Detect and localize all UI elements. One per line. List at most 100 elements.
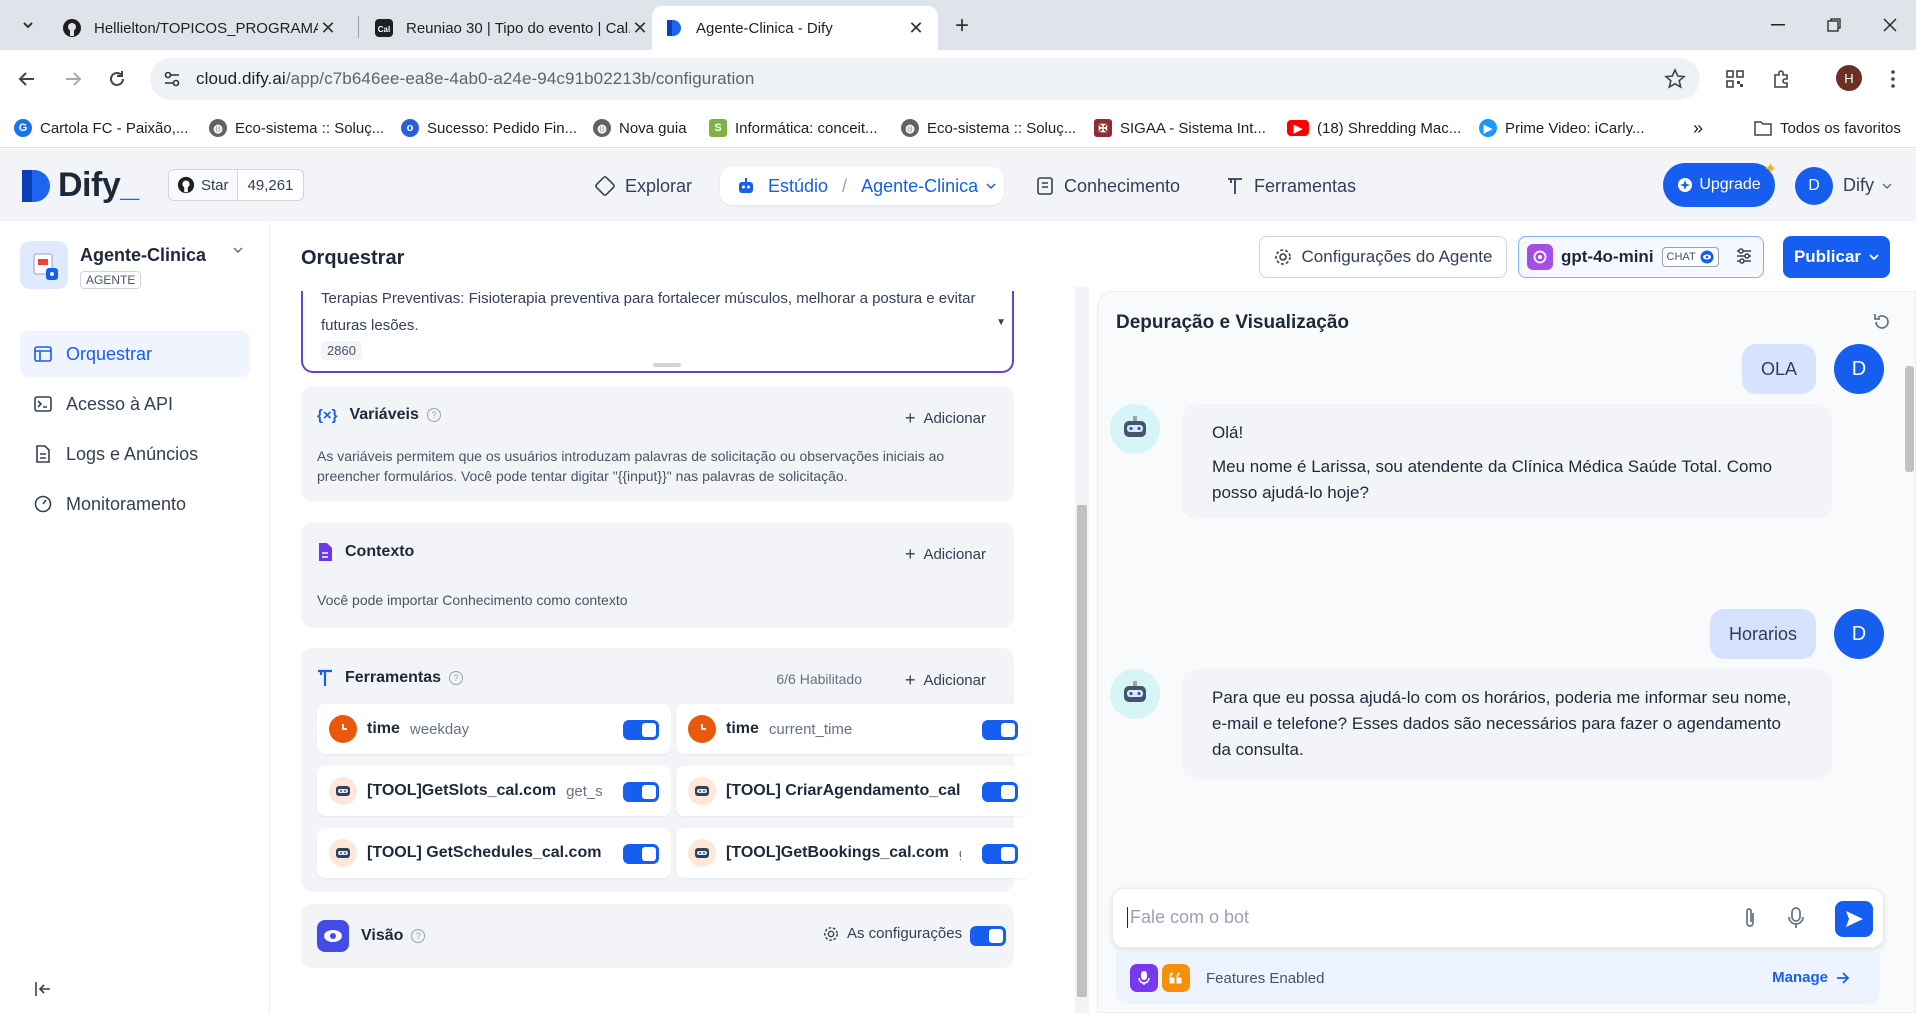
add-variable-button[interactable]: + Adicionar: [905, 408, 986, 429]
close-tab-icon[interactable]: ✕: [318, 18, 338, 38]
bookmark-item[interactable]: ▶ Prime Video: iCarly...: [1479, 116, 1645, 140]
bookmark-item[interactable]: o Sucesso: Pedido Fin...: [401, 116, 577, 140]
user-avatar: D: [1834, 344, 1884, 394]
back-icon[interactable]: [12, 64, 42, 94]
add-tool-button[interactable]: + Adicionar: [905, 670, 986, 691]
agent-settings-button[interactable]: Configurações do Agente: [1259, 236, 1507, 278]
sidebar-item-api-access[interactable]: Acesso à API: [20, 381, 250, 427]
browser-menu-icon[interactable]: [1878, 64, 1908, 94]
tool-item[interactable]: [TOOL] GetSchedules_cal.com...: [317, 828, 671, 878]
app-menu-chevron-icon[interactable]: [233, 247, 243, 253]
model-params-icon[interactable]: [1735, 247, 1753, 265]
vision-settings-button[interactable]: As configurações: [823, 925, 962, 942]
nav-explore[interactable]: Explorar: [595, 167, 692, 205]
scrollbar-thumb[interactable]: [1905, 366, 1914, 472]
site-info-icon[interactable]: [156, 63, 188, 95]
prompt-editor[interactable]: Terapias Preventivas: Fisioterapia preve…: [301, 291, 1014, 373]
reload-icon[interactable]: [102, 64, 132, 94]
all-bookmarks[interactable]: Todos os favoritos: [1754, 116, 1901, 140]
sidebar-item-logs[interactable]: Logs e Anúncios: [20, 431, 250, 477]
help-icon[interactable]: ?: [449, 671, 464, 685]
github-star-button[interactable]: Star 49,261: [168, 169, 305, 201]
compass-icon: [595, 176, 615, 196]
close-tab-icon[interactable]: ✕: [630, 18, 650, 38]
minimize-icon[interactable]: [1758, 10, 1798, 40]
clock-icon: [329, 715, 357, 743]
user-menu[interactable]: Dify: [1843, 175, 1892, 196]
browser-nav-bar: cloud.dify.ai/app/c7b646ee-ea8e-4ab0-a24…: [0, 50, 1916, 108]
chat-scrollbar[interactable]: [1902, 352, 1915, 1012]
scroll-down-icon[interactable]: ▼: [996, 317, 1006, 328]
browser-tab-dify[interactable]: Agente-Clinica - Dify ✕: [652, 6, 938, 50]
vision-toggle[interactable]: [970, 926, 1006, 946]
user-avatar[interactable]: D: [1795, 167, 1833, 205]
tab-search-icon[interactable]: [14, 12, 42, 38]
new-tab-button[interactable]: +: [948, 12, 976, 40]
close-tab-icon[interactable]: ✕: [906, 18, 926, 38]
bookmark-item[interactable]: ✠ SIGAA - Sistema Int...: [1094, 116, 1266, 140]
nav-tools[interactable]: Ferramentas: [1226, 167, 1356, 205]
model-type-badge: CHAT: [1661, 247, 1719, 267]
send-button[interactable]: [1835, 901, 1873, 937]
bookmark-item[interactable]: ▶ (18) Shredding Mac...: [1287, 116, 1461, 140]
forward-icon[interactable]: [58, 64, 88, 94]
manage-features-link[interactable]: Manage: [1772, 969, 1850, 986]
bookmark-item[interactable]: ◍ Eco-sistema :: Soluç...: [901, 116, 1076, 140]
tool-toggle[interactable]: [623, 720, 659, 740]
more-bookmarks-icon[interactable]: »: [1693, 116, 1703, 140]
publish-button[interactable]: Publicar: [1783, 236, 1890, 278]
robot-icon: [1124, 681, 1146, 702]
upgrade-button[interactable]: Upgrade ✦: [1663, 161, 1777, 207]
tool-toggle[interactable]: [982, 844, 1018, 864]
tool-item[interactable]: [TOOL] CriarAgendamento_cal....: [676, 766, 1030, 816]
help-icon[interactable]: ?: [411, 929, 426, 943]
tool-item[interactable]: time current_time: [676, 704, 1030, 754]
bookmark-item[interactable]: ◍ Nova guia: [593, 116, 687, 140]
tool-toggle[interactable]: [623, 782, 659, 802]
bookmark-item[interactable]: G Cartola FC - Paixão,...: [14, 116, 188, 140]
restore-icon[interactable]: [1814, 10, 1854, 40]
tool-toggle[interactable]: [982, 782, 1018, 802]
add-context-button[interactable]: + Adicionar: [905, 544, 986, 565]
bookmark-item[interactable]: ◍ Eco-sistema :: Soluç...: [209, 116, 384, 140]
address-bar[interactable]: cloud.dify.ai/app/c7b646ee-ea8e-4ab0-a24…: [150, 58, 1700, 100]
chevron-down-icon: [1882, 182, 1892, 189]
tools-icon: [1226, 176, 1244, 196]
config-scrollbar[interactable]: [1075, 287, 1089, 1013]
bot-avatar: [1110, 404, 1160, 454]
tool-toggle[interactable]: [623, 844, 659, 864]
tool-item[interactable]: [TOOL]GetSlots_cal.comget_sl...: [317, 766, 671, 816]
url-text: cloud.dify.ai/app/c7b646ee-ea8e-4ab0-a24…: [196, 69, 755, 88]
qr-code-icon[interactable]: [1720, 64, 1750, 94]
paperclip-icon[interactable]: [1741, 907, 1759, 929]
resize-handle[interactable]: [653, 363, 681, 367]
chat-input[interactable]: Fale com o bot: [1127, 907, 1249, 928]
nav-studio[interactable]: Estúdio / Agente-Clinica: [720, 167, 1004, 205]
scrollbar-thumb[interactable]: [1077, 505, 1087, 997]
tool-toggle[interactable]: [982, 720, 1018, 740]
model-selector[interactable]: gpt-4o-mini CHAT: [1518, 236, 1764, 278]
help-icon[interactable]: ?: [426, 408, 441, 422]
browser-profile-avatar[interactable]: H: [1836, 65, 1862, 91]
send-icon: [1846, 911, 1863, 927]
chat-input-box[interactable]: Fale com o bot: [1112, 888, 1884, 948]
extensions-icon[interactable]: [1766, 64, 1796, 94]
dify-logo[interactable]: Dify _: [20, 166, 139, 205]
tool-item[interactable]: time weekday: [317, 704, 671, 754]
microphone-icon[interactable]: [1787, 907, 1805, 929]
variables-card: {×} Variáveis? + Adicionar As variáveis pe…: [301, 386, 1014, 502]
browser-tab-github[interactable]: Hellielton/TOPICOS_PROGRAMAÇÃO ✕: [50, 6, 350, 50]
bot-avatar: [1110, 669, 1160, 719]
collapse-sidebar-icon[interactable]: [34, 981, 52, 997]
sidebar-item-orchestrate[interactable]: Orquestrar: [20, 331, 250, 377]
nav-knowledge[interactable]: Conhecimento: [1036, 167, 1180, 205]
bookmark-item[interactable]: S Informática: conceit...: [709, 116, 878, 140]
prompt-text[interactable]: Terapias Preventivas: Fisioterapia preve…: [321, 291, 988, 339]
close-window-icon[interactable]: [1870, 10, 1910, 40]
current-app-selector[interactable]: Agente-Clinica: [861, 176, 978, 197]
sidebar-item-monitoring[interactable]: Monitoramento: [20, 481, 250, 527]
browser-tab-cal[interactable]: Cal Reuniao 30 | Tipo do evento | Cal.co…: [362, 6, 662, 50]
reset-conversation-icon[interactable]: [1872, 312, 1892, 332]
bookmark-star-icon[interactable]: [1664, 68, 1686, 90]
tool-item[interactable]: [TOOL]GetBookings_cal.comg...: [676, 828, 1030, 878]
